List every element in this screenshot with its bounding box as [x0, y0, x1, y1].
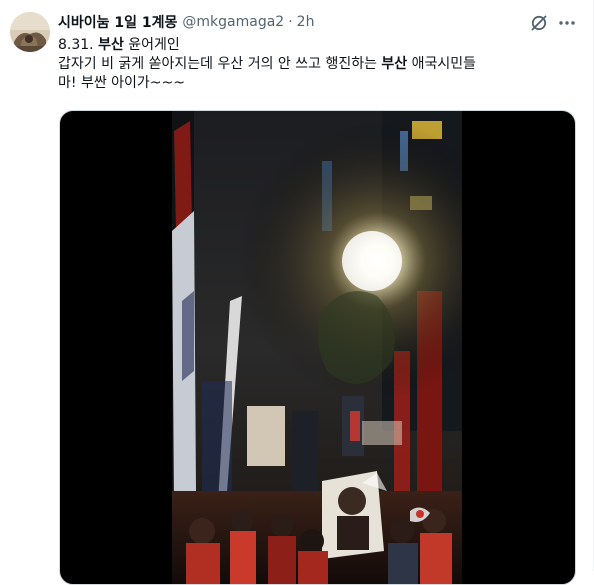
tweet-line-3: 마! 부싼 아이가~~~: [58, 75, 185, 91]
display-name[interactable]: 시바이눔 1일 1계몽: [58, 12, 177, 32]
separator-dot: ·: [288, 14, 293, 30]
user-handle[interactable]: @mkgamaga2: [182, 14, 284, 30]
tweet-line-1: 8.31. 부산 윤어게인: [58, 36, 578, 55]
grok-icon-glyph: [531, 15, 547, 31]
tweet-header: 시바이눔 1일 1계몽 @mkgamaga2 · 2h: [58, 12, 314, 32]
grok-icon[interactable]: [528, 12, 550, 34]
video-frame[interactable]: [172, 111, 462, 585]
line1-suffix: 윤어게인: [123, 37, 180, 53]
tweet-card[interactable]: 시바이눔 1일 1계몽 @mkgamaga2 · 2h 8.31. 부산 윤어게…: [0, 0, 594, 585]
tweet-text: 8.31. 부산 윤어게인 갑자기 비 굵게 쏟아지는데 우산 거의 안 쓰고 …: [58, 36, 578, 93]
avatar[interactable]: [10, 12, 50, 52]
more-dots-icon[interactable]: [556, 12, 578, 34]
line2-prefix: 갑자기 비 굵게 쏟아지는데 우산 거의 안 쓰고 행진하는: [58, 56, 382, 72]
tweet-line-2: 갑자기 비 굵게 쏟아지는데 우산 거의 안 쓰고 행진하는 부산 애국시민들: [58, 55, 578, 74]
more-dots-glyph: [559, 21, 575, 25]
hashtag-busan[interactable]: 부산: [98, 37, 124, 53]
media-container[interactable]: [59, 110, 576, 585]
line2-suffix: 애국시민들: [407, 56, 477, 72]
hashtag-busan-2[interactable]: 부산: [381, 56, 407, 72]
line1-prefix: 8.31.: [58, 37, 99, 53]
timestamp[interactable]: 2h: [297, 14, 315, 30]
avatar-image: [10, 12, 50, 52]
